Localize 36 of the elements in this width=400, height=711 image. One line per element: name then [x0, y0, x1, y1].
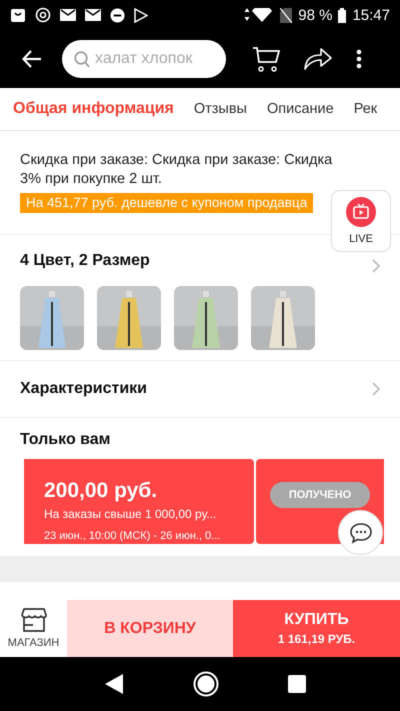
back-arrow-icon[interactable]: [22, 50, 42, 68]
section-title: 4 Цвет, 2 Размер: [20, 252, 150, 270]
search-field[interactable]: халат хлопок: [62, 40, 226, 78]
no-sim-icon: [280, 8, 292, 22]
overview-icon[interactable]: [288, 675, 306, 693]
tab[interactable]: Рек: [354, 101, 378, 117]
section-title: Характеристики: [20, 380, 148, 398]
live-button[interactable]: LIVE: [331, 190, 391, 252]
coupon-amount: 200,00 руб.: [44, 479, 158, 503]
section-title: Только вам: [20, 431, 111, 448]
search-icon: [74, 51, 90, 68]
tv-icon: [346, 197, 376, 227]
tab[interactable]: Отзывы: [194, 101, 247, 117]
bag-icon: [10, 7, 26, 23]
tab[interactable]: Описание: [266, 101, 334, 117]
battery-icon: [338, 8, 346, 22]
coupon-period: 23 июн., 10:00 (МСК) - 26 июн., 0...: [44, 530, 222, 542]
at-sign-icon: [35, 7, 51, 23]
coupon-tag: На 451,77 руб. дешевле с купоном продавца: [20, 193, 314, 213]
tab[interactable]: Общая информация: [13, 100, 174, 118]
more-icon[interactable]: [356, 49, 362, 69]
cart-icon[interactable]: [252, 46, 280, 72]
wifi-icon: [244, 8, 274, 22]
discount-text: Скидка при заказе: Скидка при заказе: Скидка 3% при покупке 2 шт.: [20, 151, 334, 189]
battery-percent: 98 %: [298, 6, 332, 24]
play-store-icon: [134, 8, 148, 22]
do-not-disturb-icon: [110, 8, 125, 22]
storefront-icon: [20, 608, 46, 632]
share-icon[interactable]: [304, 48, 332, 70]
mail-icon: [85, 9, 101, 21]
chat-icon: [348, 522, 372, 544]
back-icon[interactable]: [104, 673, 124, 695]
clock: 15:47: [352, 6, 390, 24]
mail-icon: [60, 9, 76, 21]
coupon-condition: На заказы свыше 1 000,00 ру...: [44, 507, 218, 521]
home-icon[interactable]: [192, 671, 219, 697]
